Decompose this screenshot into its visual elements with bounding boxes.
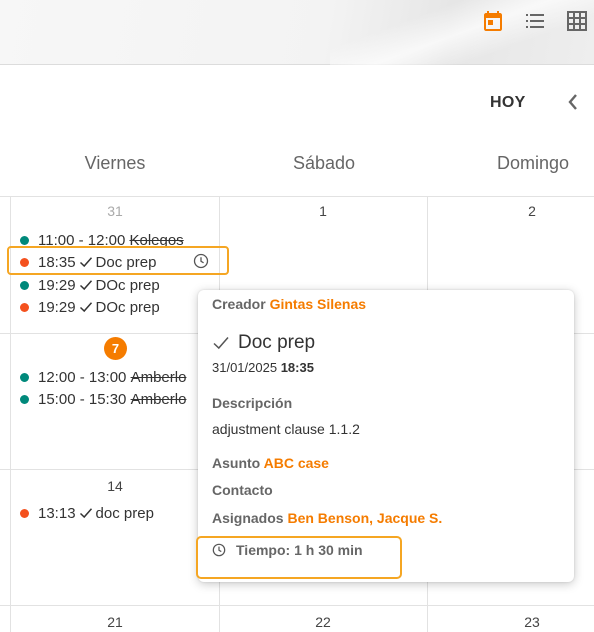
- day-number[interactable]: 2: [512, 203, 552, 219]
- event-dot: [20, 508, 29, 518]
- calendar-event[interactable]: 19:29 DOc prep: [20, 275, 160, 295]
- event-date: 31/01/2025: [212, 360, 278, 375]
- event-dot: [20, 394, 29, 404]
- contact-label: Contacto: [212, 482, 273, 498]
- creator-row: Creador Gintas Silenas: [212, 296, 366, 312]
- today-button[interactable]: HOY: [490, 94, 526, 112]
- assigned-row: Asignados Ben Benson, Jacque S.: [212, 510, 442, 526]
- event-time: 19:29: [38, 276, 76, 294]
- event-time: 18:35: [280, 360, 314, 375]
- subject-label: Asunto: [212, 455, 261, 471]
- day-header-friday: Viernes: [84, 153, 146, 173]
- event-dot: [20, 372, 29, 382]
- list-view-icon[interactable]: [522, 8, 548, 34]
- creator-label: Creador: [212, 296, 266, 312]
- grid-view-icon[interactable]: [564, 8, 590, 34]
- assigned-users[interactable]: Ben Benson, Jacque S.: [287, 510, 442, 526]
- event-time: 15:00 - 15:30: [38, 390, 127, 408]
- event-title: DOc prep: [95, 276, 160, 294]
- grid-line: [0, 196, 594, 197]
- event-datetime: 31/01/2025 18:35: [212, 360, 314, 375]
- event-time: 13:13: [38, 504, 76, 522]
- check-icon: [79, 508, 92, 519]
- header-decoration: [330, 0, 594, 65]
- event-time: 19:29: [38, 298, 76, 316]
- event-title-row: Doc prep: [212, 332, 315, 354]
- event-dot: [20, 235, 29, 245]
- chevron-left-icon[interactable]: [566, 92, 580, 112]
- calendar-event[interactable]: 13:13 doc prep: [20, 503, 154, 523]
- event-highlight-box: [7, 246, 229, 275]
- day-number[interactable]: 22: [303, 614, 343, 630]
- day-number[interactable]: 23: [512, 614, 552, 630]
- description-text: adjustment clause 1.1.2: [212, 421, 360, 437]
- event-title: DOc prep: [95, 298, 160, 316]
- day-number[interactable]: 1: [303, 203, 343, 219]
- day-header-saturday: Sábado: [292, 153, 356, 173]
- calendar-event[interactable]: 12:00 - 13:00 Amberlo: [20, 367, 186, 387]
- calendar-event[interactable]: 19:29 DOc prep: [20, 297, 160, 317]
- check-icon: [79, 280, 92, 291]
- calendar-event[interactable]: 15:00 - 15:30 Amberlo: [20, 389, 186, 409]
- today-day-badge[interactable]: 7: [104, 337, 127, 360]
- event-time: 12:00 - 13:00: [38, 368, 127, 386]
- day-number[interactable]: 14: [95, 478, 135, 494]
- popup-event-title: Doc prep: [238, 332, 316, 353]
- event-title: doc prep: [95, 504, 154, 522]
- day-header-sunday: Domingo: [496, 153, 570, 173]
- check-icon: [213, 337, 229, 350]
- assigned-label: Asignados: [212, 510, 284, 526]
- event-dot: [20, 280, 29, 290]
- subject-link[interactable]: ABC case: [264, 455, 329, 471]
- calendar-icon[interactable]: [480, 8, 506, 34]
- creator-name[interactable]: Gintas Silenas: [270, 296, 366, 312]
- description-label: Descripción: [212, 395, 293, 411]
- event-dot: [20, 302, 29, 312]
- subject-row: Asunto ABC case: [212, 455, 329, 471]
- duration-highlight-box: [196, 536, 402, 579]
- day-number[interactable]: 21: [95, 614, 135, 630]
- grid-line: [0, 605, 594, 606]
- check-icon: [79, 302, 92, 313]
- top-bar: [0, 0, 594, 65]
- day-number[interactable]: 31: [95, 203, 135, 219]
- event-title: Amberlo: [130, 390, 187, 408]
- event-title: Amberlo: [130, 368, 187, 386]
